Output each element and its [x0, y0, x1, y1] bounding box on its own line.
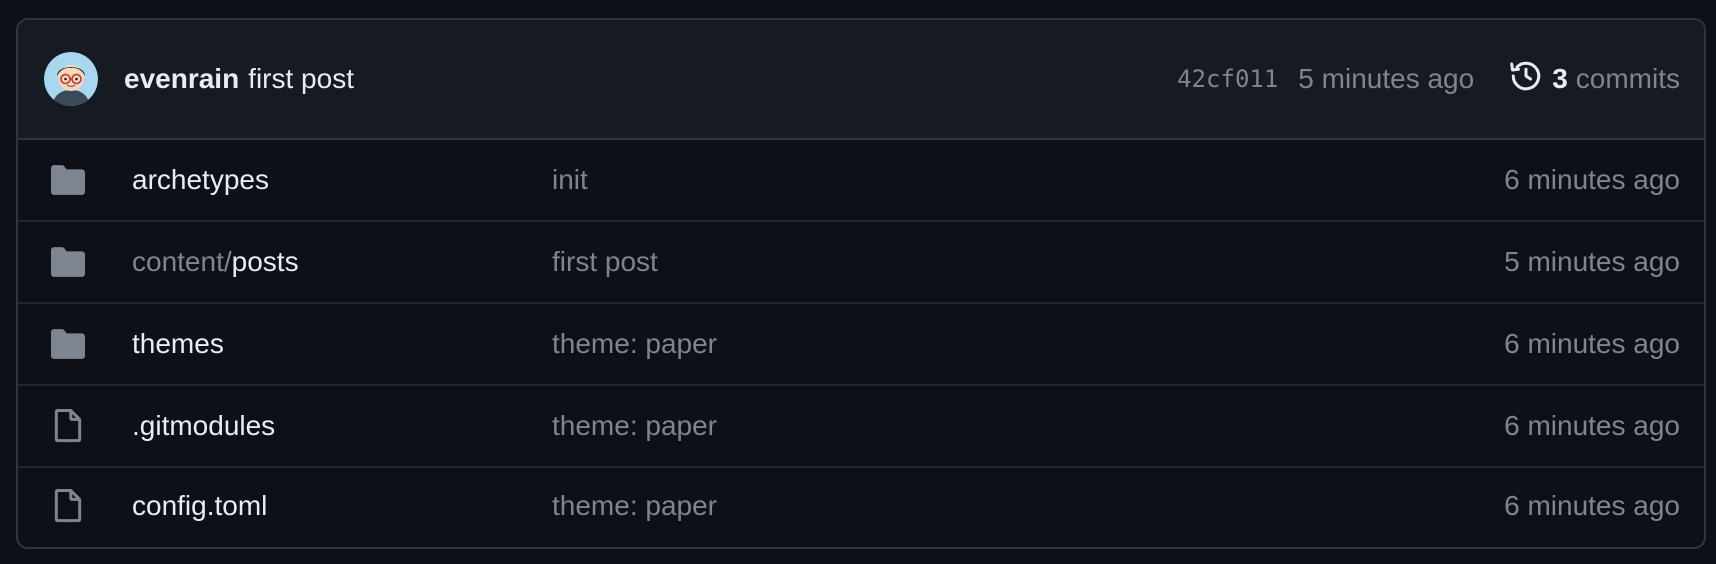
file-row[interactable]: content/posts first post 5 minutes ago: [18, 222, 1704, 304]
commit-count: 3: [1552, 63, 1568, 94]
file-name-link[interactable]: themes: [132, 328, 552, 360]
folder-icon: [50, 326, 86, 362]
latest-commit-bar: evenrain first post 42cf011 5 minutes ag…: [18, 20, 1704, 140]
commit-author-link[interactable]: evenrain: [124, 63, 239, 95]
file-name-link[interactable]: config.toml: [132, 490, 552, 522]
file-commit-message-link[interactable]: theme: paper: [552, 328, 1504, 360]
commit-message-link[interactable]: first post: [248, 63, 354, 95]
file-commit-time: 6 minutes ago: [1504, 328, 1680, 359]
file-commit-time: 6 minutes ago: [1504, 489, 1680, 521]
commit-sha-link[interactable]: 42cf011: [1177, 65, 1278, 93]
file-row[interactable]: themes theme: paper 6 minutes ago: [18, 304, 1704, 386]
avatar[interactable]: [44, 52, 98, 106]
folder-icon: [50, 244, 86, 280]
commit-time: 5 minutes ago: [1298, 63, 1475, 94]
file-row[interactable]: archetypes init 6 minutes ago: [18, 140, 1704, 222]
file-commit-message-link[interactable]: init: [552, 164, 1504, 196]
history-icon: [1508, 58, 1552, 101]
file-name-link[interactable]: archetypes: [132, 164, 552, 196]
file-commit-time: 5 minutes ago: [1504, 246, 1680, 277]
latest-commit-message: evenrain first post: [124, 63, 354, 95]
commits-label: commits: [1575, 63, 1680, 94]
file-icon: [50, 408, 86, 444]
file-name-link[interactable]: .gitmodules: [132, 410, 552, 442]
file-row[interactable]: .gitmodules theme: paper 6 minutes ago: [18, 386, 1704, 468]
file-commit-message-link[interactable]: theme: paper: [552, 490, 1504, 522]
file-name-link[interactable]: content/posts: [132, 246, 552, 278]
folder-icon: [50, 162, 86, 198]
file-commit-time: 6 minutes ago: [1504, 410, 1680, 441]
file-commit-time: 6 minutes ago: [1504, 164, 1680, 195]
file-commit-message-link[interactable]: theme: paper: [552, 410, 1504, 442]
file-row[interactable]: config.toml theme: paper 6 minutes ago: [18, 468, 1704, 543]
file-browser: evenrain first post 42cf011 5 minutes ag…: [16, 18, 1706, 549]
commits-history-link[interactable]: 3 commits: [1508, 58, 1680, 101]
file-commit-message-link[interactable]: first post: [552, 246, 1504, 278]
file-icon: [50, 488, 86, 524]
